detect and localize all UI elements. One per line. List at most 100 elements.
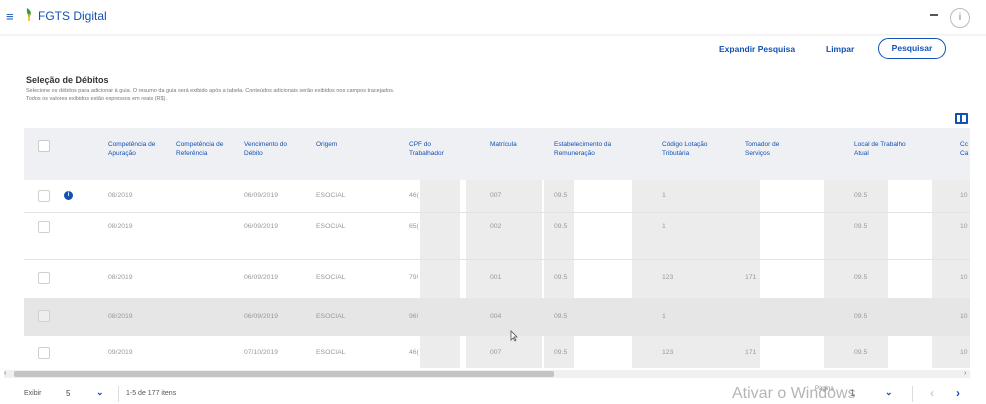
cell-estab: 09.5 — [554, 192, 568, 199]
cell-vencimento: 06/09/2019 — [244, 223, 279, 230]
cell-origem: ESOCIAL — [316, 313, 346, 320]
cell-lotacao: 123 — [662, 274, 674, 281]
cell-cpf: 65( — [409, 223, 419, 230]
cell-local: 09.5 — [854, 192, 868, 199]
page-size-value[interactable]: 5 — [66, 389, 70, 398]
previous-page-icon[interactable]: ‹ — [930, 386, 934, 400]
row-checkbox[interactable] — [38, 190, 50, 202]
col-header-origem[interactable]: Origem — [316, 140, 356, 149]
cell-matricula: 002 — [490, 223, 502, 230]
cell-estab: 09.5 — [554, 313, 568, 320]
cell-origem: ESOCIAL — [316, 349, 346, 356]
cell-vencimento: 06/09/2019 — [244, 192, 279, 199]
cell-extra: 10 — [960, 223, 968, 230]
windows-activation-watermark: Ativar o Windows — [732, 385, 856, 402]
row-checkbox[interactable] — [38, 221, 50, 233]
cell-lotacao: 1 — [662, 223, 666, 230]
footer-divider — [118, 386, 119, 402]
cell-tomador: 171 — [745, 349, 757, 356]
horizontal-scrollbar[interactable]: ‹ › — [4, 370, 970, 378]
items-range: 1-5 de 177 itens — [126, 390, 177, 397]
col-header-apuracao[interactable]: Competência de Apuração — [108, 140, 163, 158]
table-row[interactable]: 08/2019 06/09/2019 ESOCIAL 65( 002 09.5 … — [24, 213, 970, 259]
columns-config-icon[interactable] — [955, 113, 968, 124]
cell-vencimento: 06/09/2019 — [244, 313, 279, 320]
cell-estab: 09.5 — [554, 223, 568, 230]
footer-divider — [912, 386, 913, 402]
cell-local: 09.5 — [854, 349, 868, 356]
cell-apuracao: 08/2019 — [108, 313, 133, 320]
scrollbar-thumb[interactable] — [14, 371, 554, 377]
cell-apuracao: 09/2019 — [108, 349, 133, 356]
scroll-left-icon[interactable]: ‹ — [4, 370, 6, 378]
page-size-chevron-down-icon[interactable]: ⌄ — [96, 387, 104, 398]
table-row[interactable]: 09/2019 07/10/2019 ESOCIAL 46( 007 09.5 … — [24, 338, 970, 368]
cell-apuracao: 08/2019 — [108, 274, 133, 281]
cell-cpf: 46( — [409, 192, 419, 199]
cell-vencimento: 07/10/2019 — [244, 349, 279, 356]
cell-lotacao: 1 — [662, 192, 666, 199]
table-row[interactable]: i 08/2019 06/09/2019 ESOCIAL 46( 007 09.… — [24, 180, 970, 212]
cell-extra: 10 — [960, 313, 968, 320]
cell-lotacao: 123 — [662, 349, 674, 356]
cell-apuracao: 08/2019 — [108, 223, 133, 230]
cell-matricula: 004 — [490, 313, 502, 320]
section-desc-line-1: Selecione os débitos para adicionar à gu… — [26, 88, 395, 94]
mouse-cursor-icon — [510, 330, 518, 342]
top-bar: ≡ FGTS Digital i — [0, 0, 986, 34]
cell-cpf: 96! — [409, 313, 419, 320]
section-description: Selecione os débitos para adicionar à gu… — [26, 87, 586, 103]
scroll-right-icon[interactable]: › — [964, 370, 966, 378]
row-checkbox[interactable] — [38, 347, 50, 359]
cell-origem: ESOCIAL — [316, 192, 346, 199]
cell-lotacao: 1 — [662, 313, 666, 320]
select-all-checkbox[interactable] — [38, 140, 50, 152]
cell-estab: 09.5 — [554, 274, 568, 281]
debts-table: Competência de Apuração Competência de R… — [24, 128, 970, 368]
fgts-logo-icon — [26, 8, 31, 21]
minimize-icon[interactable] — [930, 14, 938, 16]
cell-tomador: 171 — [745, 274, 757, 281]
cell-cpf: 46( — [409, 349, 419, 356]
col-header-lotacao[interactable]: Código Lotação Tributária — [662, 140, 720, 158]
cell-matricula: 007 — [490, 192, 502, 199]
info-icon[interactable]: i — [64, 191, 73, 200]
cell-vencimento: 06/09/2019 — [244, 274, 279, 281]
cell-estab: 09.5 — [554, 349, 568, 356]
cell-matricula: 007 — [490, 349, 502, 356]
table-row[interactable]: 08/2019 06/09/2019 ESOCIAL 79! 001 09.5 … — [24, 260, 970, 296]
clear-button[interactable]: Limpar — [826, 44, 854, 54]
col-header-referencia[interactable]: Competência de Referência — [176, 140, 228, 158]
table-row-highlighted[interactable]: 08/2019 06/09/2019 ESOCIAL 96! 004 09.5 … — [24, 298, 970, 336]
page-chevron-down-icon[interactable]: ⌄ — [885, 387, 893, 398]
app-title[interactable]: FGTS Digital — [38, 9, 107, 23]
cell-local: 09.5 — [854, 274, 868, 281]
cell-local: 09.5 — [854, 313, 868, 320]
show-label: Exibir — [24, 390, 42, 397]
cell-cpf: 79! — [409, 274, 419, 281]
cell-local: 09.5 — [854, 223, 868, 230]
col-header-cpf[interactable]: CPF do Trabalhador — [409, 140, 461, 158]
col-header-tomador[interactable]: Tomador de Serviços — [745, 140, 797, 158]
cell-extra: 10 — [960, 349, 968, 356]
user-icon[interactable]: i — [950, 8, 970, 28]
col-header-extra[interactable]: Cc Ca — [960, 140, 970, 158]
section-desc-line-2: Todos os valores exibidos estão expresso… — [26, 96, 167, 102]
col-header-vencimento[interactable]: Vencimento do Débito — [244, 140, 294, 158]
cell-matricula: 001 — [490, 274, 502, 281]
menu-icon[interactable]: ≡ — [6, 9, 14, 24]
fgts-page: ≡ FGTS Digital i Expandir Pesquisa Limpa… — [0, 0, 986, 404]
cell-origem: ESOCIAL — [316, 274, 346, 281]
cell-origem: ESOCIAL — [316, 223, 346, 230]
col-header-local[interactable]: Local de Trabalho Atual — [854, 140, 914, 158]
row-checkbox[interactable] — [38, 272, 50, 284]
col-header-estabelecimento[interactable]: Estabelecimento da Remuneração — [554, 140, 634, 158]
cell-extra: 10 — [960, 192, 968, 199]
row-checkbox[interactable] — [38, 310, 50, 322]
col-header-matricula[interactable]: Matrícula — [490, 140, 536, 149]
next-page-icon[interactable]: › — [956, 386, 960, 400]
search-button[interactable]: Pesquisar — [878, 38, 946, 59]
expand-search-button[interactable]: Expandir Pesquisa — [719, 44, 795, 54]
table-header: Competência de Apuração Competência de R… — [24, 128, 970, 180]
top-bar-divider — [0, 34, 986, 37]
